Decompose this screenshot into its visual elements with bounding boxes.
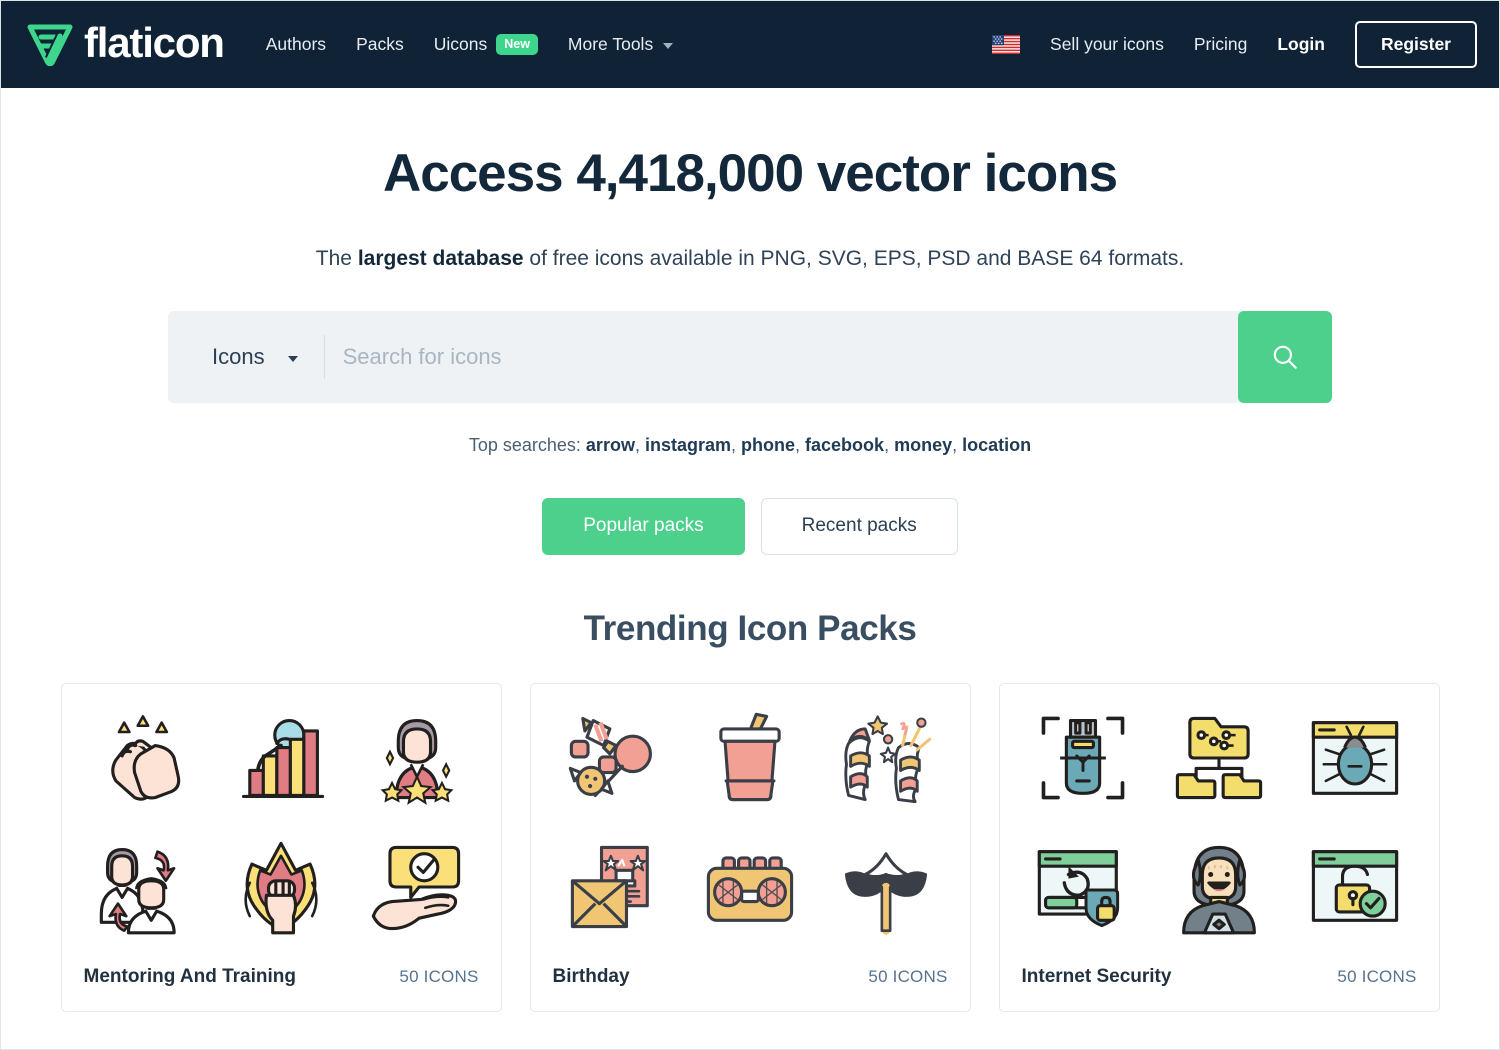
top-search-term-instagram[interactable]: instagram	[645, 435, 731, 455]
growth-chart-climber-icon	[241, 719, 325, 799]
pack-preview-grid	[531, 684, 970, 951]
pack-card-footer: Birthday 50 ICONS	[531, 951, 970, 1011]
nav-item-more-tools[interactable]: More Tools	[567, 34, 674, 55]
pack-card-footer: Mentoring And Training 50 ICONS	[62, 951, 501, 1011]
folder-network-icon	[1175, 717, 1263, 800]
search-icon	[1273, 346, 1297, 370]
drink-cup-icon	[719, 713, 781, 802]
top-searches: Top searches: arrow, instagram, phone, f…	[1, 435, 1499, 456]
logo-text: flaticon	[84, 19, 225, 66]
main-nav: Authors Packs Uicons New More Tools	[266, 34, 674, 55]
site-header: flaticon Authors Packs Uicons New More T…	[1, 1, 1499, 88]
pack-name: Birthday	[552, 966, 630, 988]
pack-card-internet-security[interactable]: Internet Security 50 ICONS	[998, 683, 1440, 1013]
search-type-label: Icons	[212, 344, 265, 370]
us-flag-icon[interactable]	[992, 35, 1021, 54]
new-badge: New	[496, 34, 538, 55]
top-search-term-arrow[interactable]: arrow	[586, 435, 635, 455]
login-link[interactable]: Login	[1277, 34, 1325, 55]
boombox-radio-icon	[706, 856, 794, 922]
pack-name: Mentoring And Training	[83, 966, 297, 988]
pack-card-mentoring-and-training[interactable]: Mentoring And Training 50 ICONS	[60, 683, 502, 1013]
hero-section: Access 4,418,000 vector icons The larges…	[1, 88, 1499, 271]
nav-item-authors[interactable]: Authors	[266, 34, 326, 55]
nav-label: Authors	[265, 34, 327, 54]
browser-bug-icon	[1311, 721, 1398, 796]
separator: ,	[795, 435, 806, 456]
chevron-down-icon	[663, 43, 674, 49]
fist-power-icon	[244, 841, 318, 935]
browser-unlocked-check-icon	[1311, 850, 1398, 922]
nav-label: Uicons	[433, 34, 488, 54]
pack-name: Internet Security	[1021, 966, 1172, 988]
candy-lollipop-icon	[569, 717, 653, 798]
top-search-term-location[interactable]: location	[962, 435, 1031, 455]
chevron-down-icon	[287, 356, 298, 363]
pack-icon-count: 50 ICONS	[399, 967, 479, 987]
recent-packs-tab[interactable]: Recent packs	[760, 498, 958, 556]
pack-preview-grid	[1000, 684, 1439, 951]
star-employee-icon	[380, 719, 454, 806]
section-title: Trending Icon Packs	[583, 609, 917, 649]
pack-card-footer: Internet Security 50 ICONS	[1000, 951, 1439, 1011]
nav-item-sell-your-icons[interactable]: Sell your icons	[1050, 34, 1164, 55]
pack-icon-count: 50 ICONS	[1337, 967, 1417, 987]
nav-item-uicons[interactable]: Uicons New	[434, 34, 538, 55]
nav-label: More Tools	[567, 34, 654, 54]
page-title: Access 4,418,000 vector icons	[382, 144, 1118, 203]
browser-backup-shield-icon	[1038, 850, 1120, 928]
top-searches-label: Top searches:	[468, 435, 581, 456]
header-right-nav: Sell your icons Pricing Login Register	[992, 20, 1477, 69]
top-search-term-phone[interactable]: phone	[741, 435, 795, 455]
flaticon-logo-icon	[27, 24, 73, 66]
pack-preview-grid	[62, 684, 501, 951]
search-bar: Icons	[168, 311, 1332, 404]
popular-packs-tab[interactable]: Popular packs	[542, 498, 745, 556]
flaticon-homepage: flaticon Authors Packs Uicons New More T…	[0, 0, 1500, 1050]
search-type-selector[interactable]: Icons	[168, 311, 324, 403]
search-input[interactable]	[324, 311, 1238, 404]
register-button[interactable]: Register	[1354, 20, 1477, 69]
hacker-avatar-icon	[1182, 845, 1256, 935]
moustache-prop-icon	[844, 852, 927, 935]
pack-icon-count: 50 ICONS	[868, 967, 948, 987]
top-search-term-facebook[interactable]: facebook	[805, 435, 884, 455]
hero-subtitle: The largest database of free icons avail…	[1, 247, 1499, 271]
hero-subtitle-suffix: of free icons available in PNG, SVG, EPS…	[523, 247, 1185, 271]
hand-approval-icon	[371, 845, 460, 931]
usb-scan-icon	[1041, 717, 1125, 800]
separator: ,	[884, 435, 895, 456]
separator: ,	[731, 435, 742, 456]
logo[interactable]: flaticon	[27, 19, 225, 67]
party-popper-icon	[843, 715, 931, 804]
top-search-term-money[interactable]: money	[894, 435, 952, 455]
pack-card-birthday[interactable]: Birthday 50 ICONS	[529, 683, 971, 1013]
invitation-envelope-icon	[571, 845, 650, 929]
separator: ,	[952, 435, 963, 456]
hero-subtitle-prefix: The	[315, 247, 358, 271]
hero-subtitle-bold: largest database	[357, 247, 524, 271]
search-button[interactable]	[1238, 311, 1332, 404]
nav-item-pricing[interactable]: Pricing	[1194, 34, 1248, 55]
nav-label: Packs	[356, 34, 404, 54]
people-exchange-icon	[100, 847, 177, 935]
trending-packs-list: Mentoring And Training 50 ICONS Birthday…	[1, 683, 1499, 1013]
clapping-hands-icon	[111, 715, 181, 802]
pack-filter-toggle: Popular packs Recent packs	[1, 498, 1499, 556]
separator: ,	[634, 435, 645, 456]
nav-item-packs[interactable]: Packs	[356, 34, 404, 55]
